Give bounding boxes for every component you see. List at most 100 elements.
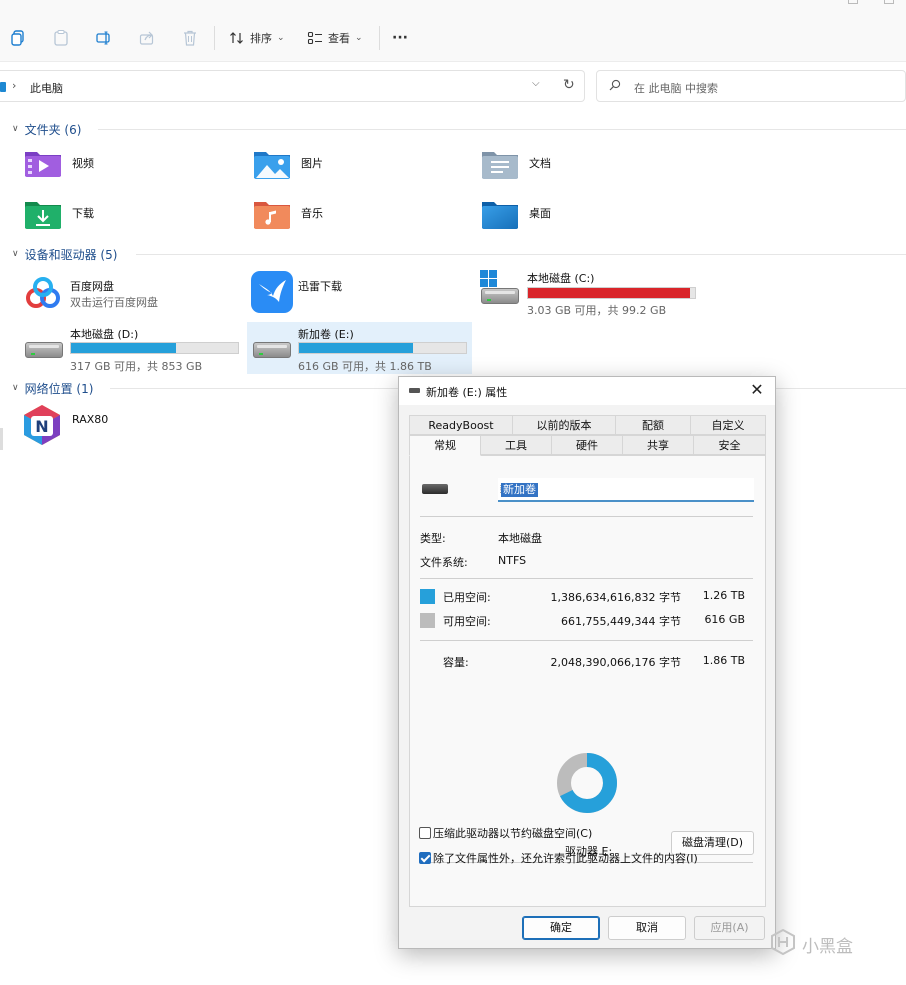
- share-button[interactable]: [139, 27, 155, 49]
- dialog-title: 新加卷 (E:) 属性: [426, 386, 508, 399]
- type-label: 类型:: [420, 532, 446, 545]
- folder-item-downloads[interactable]: 下载: [24, 198, 94, 229]
- videos-folder-icon: [24, 148, 62, 178]
- search-box[interactable]: 在 此电脑 中搜索: [596, 70, 906, 102]
- capacity-bytes: 2,048,390,066,176 字节: [550, 656, 681, 669]
- section-title: 设备和驱动器 (5): [24, 247, 118, 262]
- close-icon[interactable]: ✕: [747, 380, 767, 399]
- chevron-down-icon: ∨: [12, 124, 19, 134]
- watermark: 小黑盒: [770, 928, 853, 960]
- more-options-button[interactable]: ···: [392, 27, 408, 49]
- drive-usage-fill: [299, 343, 413, 353]
- address-bar[interactable]: › 此电脑 ⌵ ↻: [0, 70, 585, 102]
- used-space-size: 1.26 TB: [702, 589, 745, 602]
- paste-icon: [53, 30, 69, 46]
- breadcrumb-chevron-icon: ›: [12, 79, 17, 92]
- capacity-size: 1.86 TB: [702, 654, 745, 667]
- computer-icon: [0, 82, 6, 92]
- scroll-indicator: [0, 428, 3, 450]
- documents-folder-icon: [481, 148, 519, 179]
- free-space-label: 可用空间:: [443, 615, 491, 628]
- paste-button[interactable]: [53, 27, 69, 49]
- search-placeholder: 在 此电脑 中搜索: [634, 82, 718, 95]
- more-icon: ···: [392, 30, 408, 46]
- ok-button[interactable]: 确定: [522, 916, 600, 940]
- hard-drive-icon: [25, 342, 63, 358]
- rename-icon: [96, 30, 112, 46]
- section-title: 文件夹 (6): [24, 122, 82, 137]
- copy-button[interactable]: [10, 27, 26, 49]
- tab-sharing[interactable]: 共享: [622, 435, 694, 455]
- drive-e[interactable]: 新加卷 (E:) 616 GB 可用，共 1.86 TB: [250, 322, 472, 373]
- chevron-down-icon: ⌄: [355, 33, 363, 43]
- section-header-devices[interactable]: ∨ 设备和驱动器 (5): [12, 245, 117, 263]
- drive-usage-bar: [527, 287, 696, 299]
- toolbar-separator: [214, 26, 215, 50]
- command-bar: 排序 ⌄ 查看 ⌄ ···: [0, 0, 906, 62]
- apply-button[interactable]: 应用(A): [694, 916, 765, 940]
- chevron-down-icon: ⌄: [277, 33, 285, 43]
- tab-general[interactable]: 常规: [409, 435, 481, 456]
- hard-drive-icon: [481, 288, 519, 304]
- drive-usage-bar: [298, 342, 467, 354]
- netgear-router-icon: N: [22, 404, 62, 449]
- drive-usage-bar: [70, 342, 239, 354]
- section-header-network[interactable]: ∨ 网络位置 (1): [12, 379, 93, 397]
- separator: [420, 516, 753, 517]
- tab-previous-versions[interactable]: 以前的版本: [512, 415, 616, 435]
- drive-icon: [422, 484, 448, 494]
- network-item-rax80[interactable]: N RAX80: [22, 404, 108, 449]
- section-divider: [136, 254, 906, 255]
- tab-tools[interactable]: 工具: [480, 435, 552, 455]
- folder-item-documents[interactable]: 文档: [481, 148, 551, 179]
- folder-label: 文档: [529, 157, 551, 170]
- free-space-bytes: 661,755,449,344 字节: [561, 615, 681, 628]
- network-item-label: RAX80: [72, 413, 109, 426]
- folder-item-desktop[interactable]: 桌面: [481, 198, 551, 229]
- used-space-swatch: [420, 589, 435, 604]
- view-icon: [307, 30, 323, 46]
- tab-customize[interactable]: 自定义: [690, 415, 766, 435]
- sort-button[interactable]: 排序 ⌄: [229, 27, 285, 49]
- folder-item-pictures[interactable]: 图片: [253, 148, 323, 179]
- volume-name-selected-text: 新加卷: [501, 483, 538, 497]
- sort-label: 排序: [250, 32, 272, 45]
- tab-hardware[interactable]: 硬件: [551, 435, 623, 455]
- rename-button[interactable]: [96, 27, 112, 49]
- refresh-icon[interactable]: ↻: [563, 77, 575, 93]
- filesystem-value: NTFS: [498, 554, 527, 567]
- baidu-netdisk-icon: [24, 276, 62, 315]
- folder-item-videos[interactable]: 视频: [24, 148, 94, 178]
- used-space-label: 已用空间:: [443, 591, 491, 604]
- type-value: 本地磁盘: [498, 532, 542, 545]
- cancel-button[interactable]: 取消: [608, 916, 686, 940]
- device-xunlei-download[interactable]: 迅雷下载: [250, 270, 470, 316]
- folder-item-music[interactable]: 音乐: [253, 198, 323, 229]
- tab-quota[interactable]: 配额: [615, 415, 691, 435]
- dialog-titlebar[interactable]: 新加卷 (E:) 属性 ✕: [399, 377, 775, 405]
- drive-c[interactable]: 本地磁盘 (C:) 3.03 GB 可用，共 99.2 GB: [478, 268, 706, 318]
- xiaoheihe-logo-icon: [770, 928, 796, 960]
- search-icon: [609, 79, 621, 94]
- allow-indexing-checkbox[interactable]: [419, 852, 431, 864]
- drive-d[interactable]: 本地磁盘 (D:) 317 GB 可用，共 853 GB: [22, 322, 244, 373]
- window-control-edge: [884, 0, 894, 4]
- address-history-dropdown[interactable]: ⌵: [532, 78, 540, 89]
- separator: [420, 640, 753, 641]
- drive-space-text: 317 GB 可用，共 853 GB: [70, 360, 203, 373]
- properties-dialog: 新加卷 (E:) 属性 ✕ ReadyBoost 以前的版本 配额 自定义 常规…: [398, 376, 776, 949]
- downloads-folder-icon: [24, 198, 62, 229]
- view-button[interactable]: 查看 ⌄: [307, 27, 363, 49]
- section-divider: [98, 129, 906, 130]
- compress-drive-checkbox[interactable]: [419, 827, 431, 839]
- drive-name: 本地磁盘 (D:): [70, 328, 139, 341]
- folder-label: 下载: [72, 207, 94, 220]
- tab-readyboost[interactable]: ReadyBoost: [409, 415, 513, 435]
- breadcrumb-this-pc[interactable]: 此电脑: [30, 80, 63, 96]
- section-header-folders[interactable]: ∨ 文件夹 (6): [12, 120, 81, 138]
- compress-drive-label: 压缩此驱动器以节约磁盘空间(C): [433, 827, 593, 840]
- drive-name: 新加卷 (E:): [298, 328, 354, 341]
- tab-security[interactable]: 安全: [693, 435, 766, 455]
- delete-button[interactable]: [182, 27, 198, 49]
- device-baidu-netdisk[interactable]: 百度网盘 双击运行百度网盘: [22, 272, 242, 316]
